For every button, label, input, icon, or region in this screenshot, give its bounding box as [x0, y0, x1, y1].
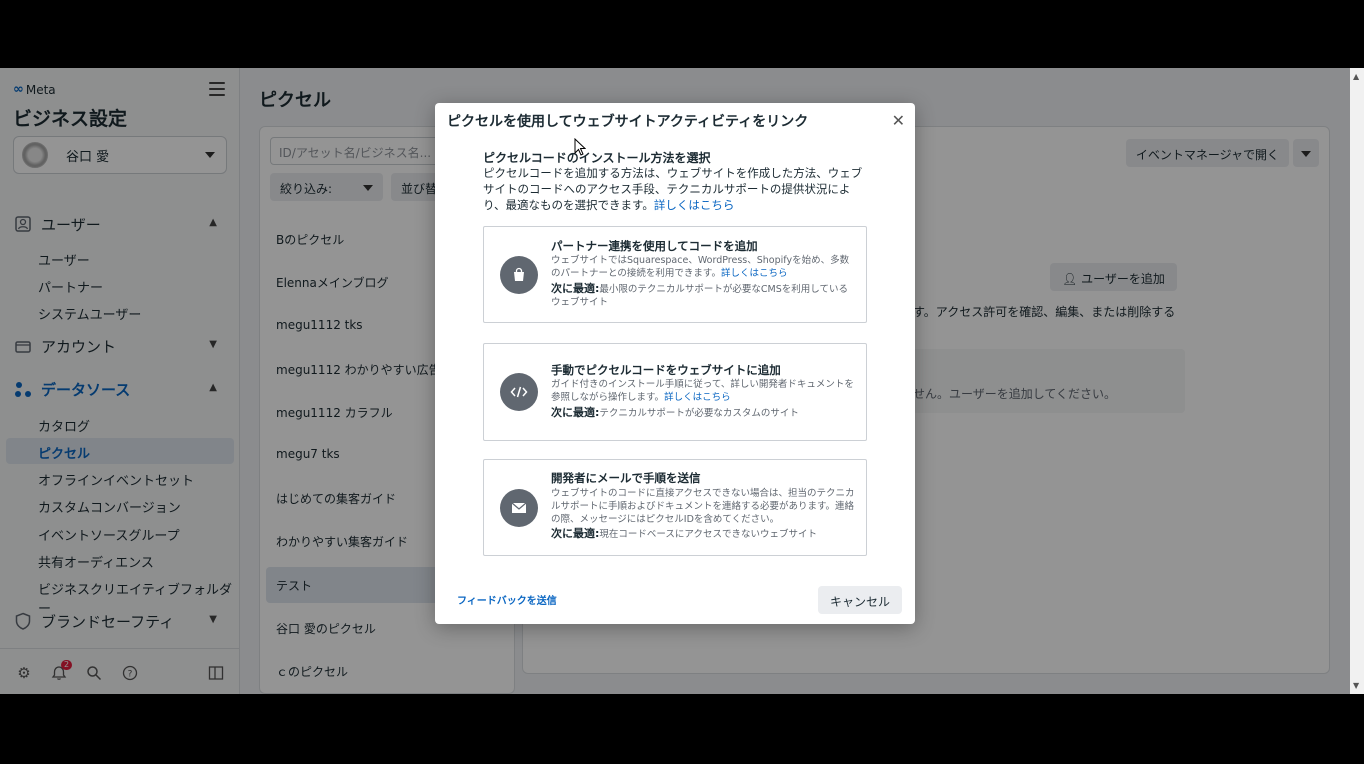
option-title: 手動でピクセルコードをウェブサイトに追加 — [551, 363, 781, 377]
option-desc-text: ウェブサイトではSquarespace、WordPress、Shopifyを始め… — [551, 255, 850, 279]
option-best-for: 次に最適:テクニカルサポートが必要なカスタムのサイト — [551, 406, 856, 420]
best-for-label: 次に最適: — [551, 527, 600, 540]
option-description: ガイド付きのインストール手順に従って、詳しい開発者ドキュメントを参照しながら操作… — [551, 378, 856, 404]
section-description: ピクセルコードを追加する方法は、ウェブサイトを作成した方法、ウェブサイトのコード… — [483, 165, 867, 213]
envelope-icon — [500, 489, 538, 527]
learn-more-link[interactable]: 詳しくはこちら — [664, 392, 731, 403]
cancel-button[interactable]: キャンセル — [817, 586, 902, 614]
business-settings-screen: ∞ Meta ビジネス設定 谷口 愛 ユーザー ▲ ユーザー パートナー システム… — [0, 68, 1364, 694]
option-description: ウェブサイトのコードに直接アクセスできない場合は、担当のテクニカルサポートに手順… — [551, 488, 855, 525]
learn-more-link[interactable]: 詳しくはこちら — [721, 268, 788, 279]
scroll-down-icon[interactable]: ▼ — [1353, 681, 1359, 690]
option-title: パートナー連携を使用してコードを追加 — [551, 239, 758, 253]
best-for-label: 次に最適: — [551, 282, 600, 295]
close-icon[interactable]: ✕ — [892, 111, 905, 130]
scroll-up-icon[interactable]: ▲ — [1353, 72, 1359, 81]
option-best-for: 次に最適:現在コードベースにアクセスできないウェブサイト — [551, 527, 856, 541]
option-description: ウェブサイトではSquarespace、WordPress、Shopifyを始め… — [551, 254, 856, 280]
send-feedback-link[interactable]: フィードバックを送信 — [457, 592, 557, 607]
install-method-dialog: ピクセルを使用してウェブサイトアクティビティをリンク ✕ ピクセルコードのインス… — [435, 103, 915, 624]
option-best-for: 次に最適:最小限のテクニカルサポートが必要なCMSを利用しているウェブサイト — [551, 282, 856, 309]
code-icon — [500, 373, 538, 411]
best-for-label: 次に最適: — [551, 406, 600, 419]
option-title: 開発者にメールで手順を送信 — [551, 471, 701, 485]
best-for-text: 現在コードベースにアクセスできないウェブサイト — [599, 529, 817, 540]
mouse-cursor-icon — [574, 138, 586, 156]
option-email-developer[interactable]: 開発者にメールで手順を送信 ウェブサイトのコードに直接アクセスできない場合は、担… — [483, 459, 867, 556]
section-heading: ピクセルコードのインストール方法を選択 — [483, 151, 711, 165]
option-manual-install[interactable]: 手動でピクセルコードをウェブサイトに追加 ガイド付きのインストール手順に従って、… — [483, 343, 867, 441]
learn-more-link[interactable]: 詳しくはこちら — [654, 198, 735, 212]
best-for-text: テクニカルサポートが必要なカスタムのサイト — [599, 408, 799, 419]
shopping-bag-icon — [500, 256, 538, 294]
scrollbar[interactable]: ▲ ▼ — [1350, 68, 1364, 694]
top-black-bar — [0, 0, 1364, 68]
dialog-title: ピクセルを使用してウェブサイトアクティビティをリンク — [447, 114, 809, 130]
option-partner-integration[interactable]: パートナー連携を使用してコードを追加 ウェブサイトではSquarespace、W… — [483, 226, 867, 323]
bottom-black-bar — [0, 694, 1364, 764]
